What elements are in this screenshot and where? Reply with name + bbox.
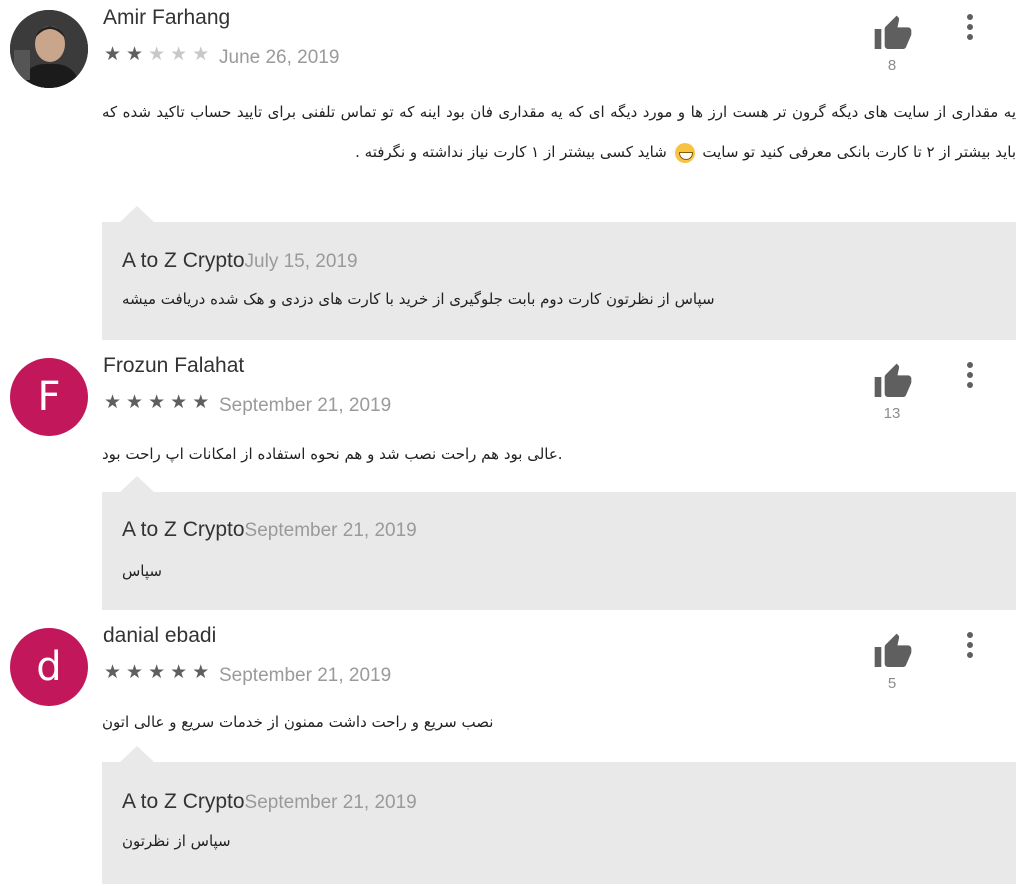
star-filled-icon: ★: [126, 662, 149, 683]
developer-name: A to Z Crypto: [122, 249, 245, 272]
developer-name: A to Z Crypto: [122, 518, 245, 541]
review-author: danial ebadi: [103, 624, 217, 647]
like-count: 5: [887, 675, 897, 692]
reply-header: A to Z CryptoJuly 15, 2019: [122, 249, 358, 273]
star-rating: ★★★★★: [104, 663, 214, 682]
avatar-letter: F: [37, 374, 61, 420]
star-empty-icon: ★: [148, 44, 171, 65]
star-filled-icon: ★: [104, 662, 127, 683]
developer-name: A to Z Crypto: [122, 790, 245, 813]
star-empty-icon: ★: [170, 44, 193, 65]
star-filled-icon: ★: [192, 662, 215, 683]
star-filled-icon: ★: [170, 662, 193, 683]
review-card: Amir Farhang ★★★★★ June 26, 2019 8 یه مق…: [0, 0, 1024, 340]
star-filled-icon: ★: [126, 44, 149, 65]
avatar: [10, 10, 88, 88]
avatar: F: [10, 358, 88, 436]
star-rating: ★★★★★: [104, 45, 214, 64]
thumbs-up-icon[interactable]: [872, 362, 914, 402]
thumbs-up-icon[interactable]: [872, 632, 914, 672]
star-filled-icon: ★: [104, 392, 127, 413]
star-filled-icon: ★: [148, 392, 171, 413]
review-card: d danial ebadi ★★★★★ September 21, 2019 …: [0, 618, 1024, 884]
developer-reply: A to Z CryptoSeptember 21, 2019 سپاس: [102, 476, 1016, 610]
developer-reply: A to Z CryptoJuly 15, 2019 سپاس از نظرتو…: [102, 206, 1016, 340]
review-date: September 21, 2019: [219, 395, 392, 416]
reply-text: سپاس از نظرتون کارت دوم بابت جلوگیری از …: [122, 290, 715, 308]
reply-text: سپاس از نظرتون: [122, 832, 231, 850]
avatar-photo-icon: [10, 10, 88, 88]
more-vert-icon[interactable]: [964, 632, 976, 664]
avatar: d: [10, 628, 88, 706]
star-filled-icon: ★: [126, 392, 149, 413]
review-text: یه مقداری از سایت های دیگه گرون تر هست ا…: [102, 92, 1016, 172]
star-filled-icon: ★: [148, 662, 171, 683]
review-text: .عالی بود هم راحت نصب شد و هم نحوه استفا…: [102, 445, 563, 463]
reply-text: سپاس: [122, 562, 162, 580]
star-empty-icon: ★: [192, 44, 215, 65]
star-filled-icon: ★: [192, 392, 215, 413]
reply-header: A to Z CryptoSeptember 21, 2019: [122, 518, 417, 542]
thumbs-up-icon[interactable]: [872, 14, 914, 54]
more-vert-icon[interactable]: [964, 362, 976, 394]
review-date: June 26, 2019: [219, 47, 340, 68]
developer-reply: A to Z CryptoSeptember 21, 2019 سپاس از …: [102, 746, 1016, 884]
reply-date: September 21, 2019: [244, 792, 417, 813]
review-date: September 21, 2019: [219, 665, 392, 686]
like-count: 8: [887, 57, 897, 74]
review-text-line: یه مقداری از سایت های دیگه گرون تر هست ا…: [102, 103, 1016, 163]
star-filled-icon: ★: [170, 392, 193, 413]
reply-header: A to Z CryptoSeptember 21, 2019: [122, 790, 417, 814]
star-rating: ★★★★★: [104, 393, 214, 412]
review-card: F Frozun Falahat ★★★★★ September 21, 201…: [0, 348, 1024, 610]
more-vert-icon[interactable]: [964, 14, 976, 46]
like-count: 13: [883, 405, 901, 422]
star-filled-icon: ★: [104, 44, 127, 65]
review-author: Amir Farhang: [103, 6, 231, 29]
grinning-emoji-icon: [674, 142, 695, 163]
reply-date: September 21, 2019: [244, 520, 417, 541]
reply-date: July 15, 2019: [244, 251, 358, 272]
review-text: نصب سریع و راحت داشت ممنون از خدمات سریع…: [102, 713, 494, 731]
review-author: Frozun Falahat: [103, 354, 245, 377]
avatar-letter: d: [36, 644, 62, 690]
